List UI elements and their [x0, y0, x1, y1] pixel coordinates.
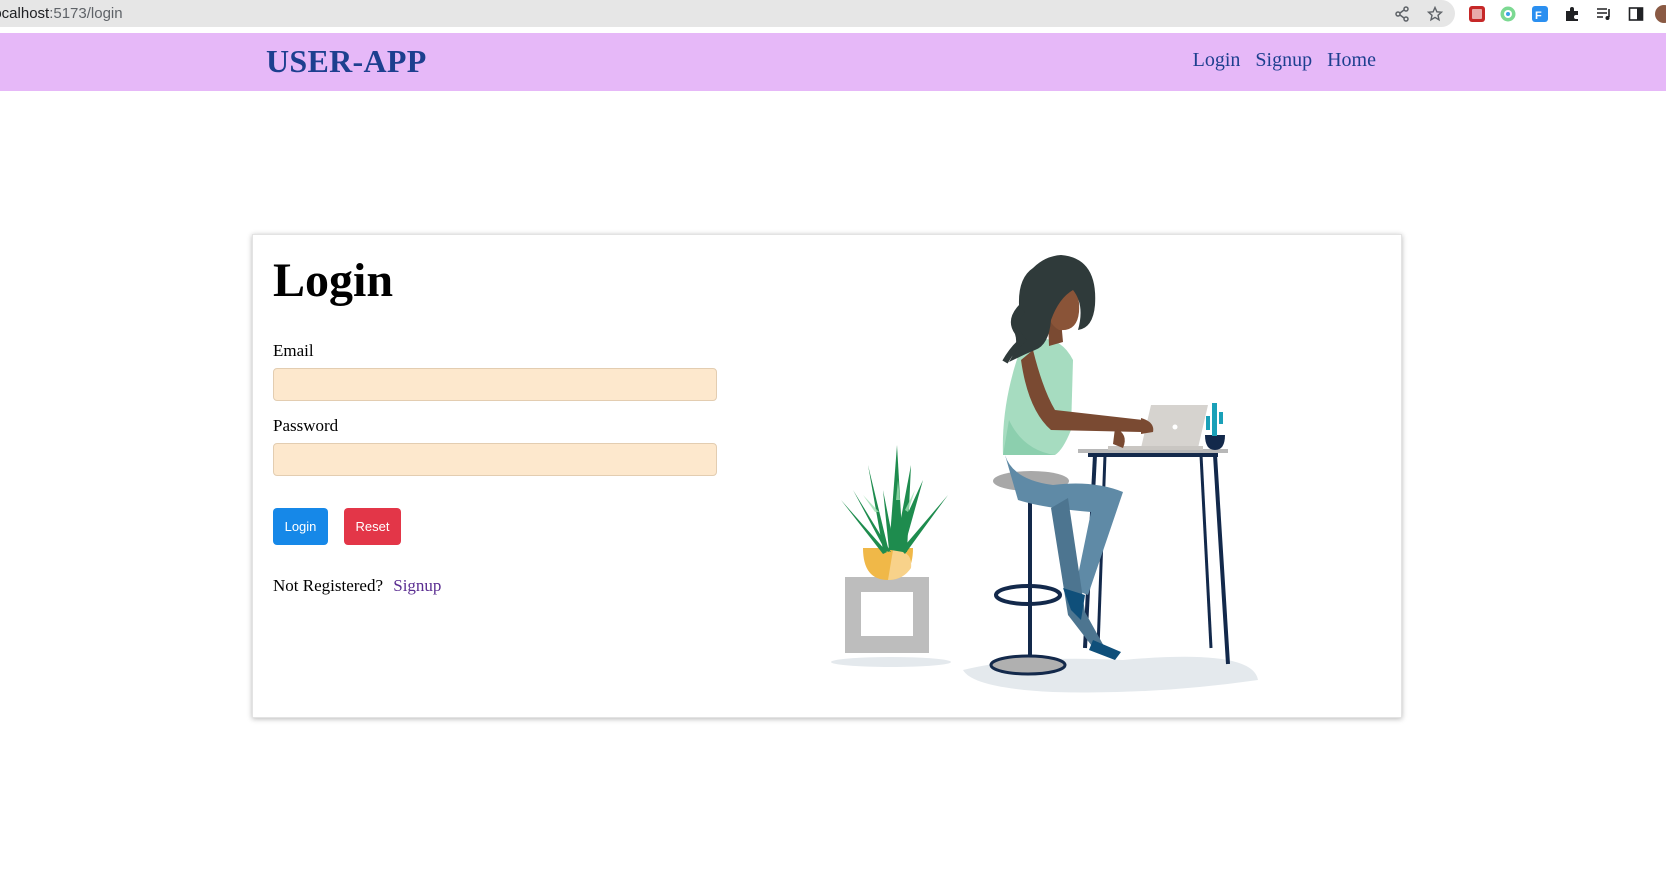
navbar: USER-APP Login Signup Home	[0, 33, 1666, 91]
svg-text:F: F	[1535, 10, 1542, 22]
nav-link-home[interactable]: Home	[1327, 49, 1376, 72]
sidebar-icon[interactable]	[1626, 4, 1646, 24]
login-card: Login Email Password Login Reset Not Reg…	[252, 234, 1402, 718]
url-text: localhost:5173/login	[0, 5, 123, 22]
not-registered-text: Not Registered?	[273, 576, 383, 595]
register-row: Not Registered? Signup	[273, 576, 441, 596]
login-button[interactable]: Login	[273, 508, 328, 545]
share-icon[interactable]	[1392, 4, 1412, 24]
extension-icon[interactable]: F	[1530, 4, 1550, 24]
media-icon[interactable]	[1594, 4, 1614, 24]
nav-link-signup[interactable]: Signup	[1255, 49, 1312, 72]
nav-link-login[interactable]: Login	[1193, 49, 1241, 72]
puzzle-icon[interactable]	[1562, 4, 1582, 24]
star-icon[interactable]	[1425, 4, 1445, 24]
email-label: Email	[273, 341, 314, 360]
signup-link[interactable]: Signup	[393, 576, 441, 595]
password-label: Password	[273, 416, 339, 435]
password-field[interactable]	[273, 443, 717, 476]
email-field[interactable]	[273, 368, 717, 401]
browser-toolbar: localhost:5173/login F	[0, 0, 1666, 30]
page-title: Login	[273, 254, 394, 307]
woman-at-desk-illustration	[831, 255, 1258, 693]
extension-icon[interactable]	[1498, 4, 1518, 24]
avatar[interactable]	[1655, 5, 1666, 23]
address-bar[interactable]: localhost:5173/login	[0, 0, 1455, 27]
reset-button[interactable]: Reset	[344, 508, 401, 545]
brand-title[interactable]: USER-APP	[266, 43, 427, 80]
nav-links: Login Signup Home	[1193, 49, 1376, 72]
extension-icon[interactable]	[1467, 4, 1487, 24]
